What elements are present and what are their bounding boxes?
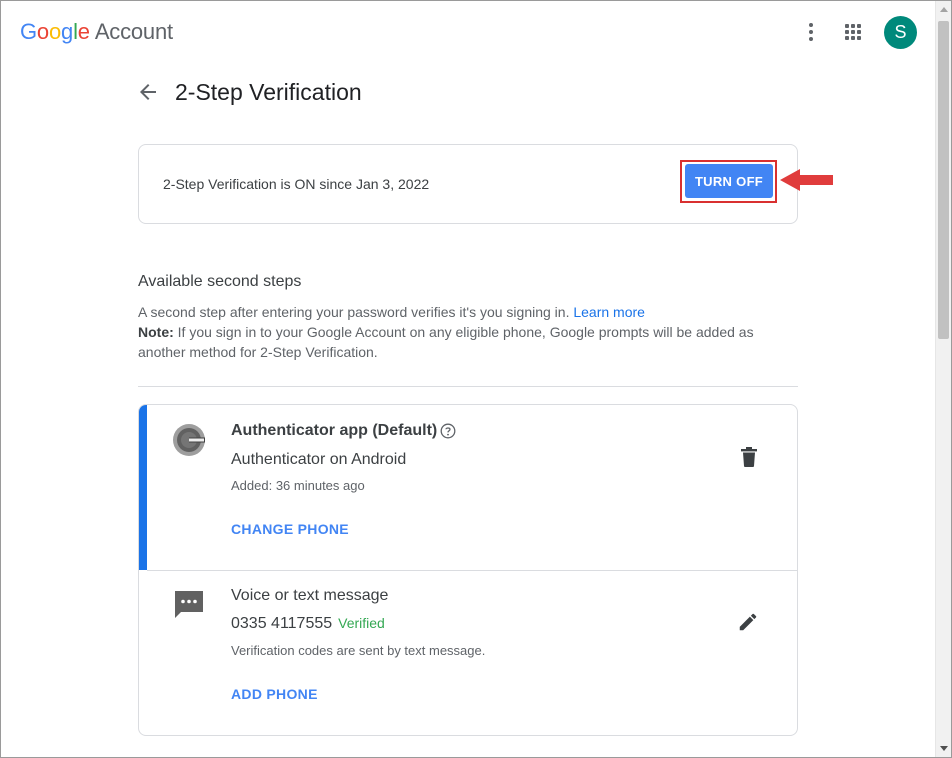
section-description: A second step after entering your passwo…: [138, 302, 778, 362]
method-title: Authenticator app (Default): [231, 422, 438, 439]
methods-card: Authenticator app (Default) Authenticato…: [138, 404, 798, 736]
method-device: Authenticator on Android: [231, 451, 407, 468]
google-account-logo[interactable]: Google Account: [20, 19, 173, 45]
logo-letter: e: [77, 19, 90, 44]
edit-icon[interactable]: [737, 611, 759, 633]
method-title-text: Voice or text message: [231, 587, 389, 604]
logo-letter: G: [20, 19, 37, 44]
note-label: Note:: [138, 324, 174, 340]
method-divider: [147, 570, 797, 571]
dot: [809, 37, 813, 41]
logo-letter: g: [61, 19, 74, 44]
page-title: 2-Step Verification: [175, 79, 362, 105]
method-device: 0335 4117555 Verified: [231, 615, 385, 633]
status-text: 2-Step Verification is ON since Jan 3, 2…: [163, 176, 430, 192]
sms-icon: [175, 591, 203, 618]
arrow-back-icon[interactable]: [136, 80, 160, 104]
logo-account-text: Account: [94, 19, 173, 44]
vertical-dots-icon[interactable]: [800, 20, 822, 44]
logo-letter: o: [48, 19, 62, 44]
add-phone-link[interactable]: ADD PHONE: [231, 686, 318, 702]
trash-icon[interactable]: [739, 446, 759, 468]
description-text: A second step after entering your passwo…: [138, 304, 570, 320]
phone-number: 0335 4117555: [231, 615, 333, 632]
method-title: Voice or text message: [231, 587, 388, 605]
turn-off-button[interactable]: TURN OFF: [685, 164, 773, 198]
scroll-up-icon[interactable]: [940, 7, 948, 12]
scrollbar[interactable]: [935, 1, 951, 757]
logo-letter: o: [36, 19, 49, 44]
scrollbar-thumb[interactable]: [938, 21, 949, 339]
method-detail: Added: 36 minutes ago: [231, 478, 365, 493]
verified-badge: Verified: [338, 615, 385, 631]
help-icon[interactable]: [440, 423, 456, 439]
scroll-down-icon[interactable]: [940, 746, 948, 751]
section-title: Available second steps: [138, 273, 302, 290]
authenticator-icon: [173, 424, 205, 456]
dot: [809, 23, 813, 27]
note-text: If you sign in to your Google Account on…: [138, 324, 754, 360]
red-arrow-icon: [780, 169, 833, 191]
apps-grid-icon[interactable]: [841, 20, 865, 44]
method-detail: Verification codes are sent by text mess…: [231, 643, 486, 658]
default-accent-bar: [139, 405, 147, 570]
divider: [138, 386, 798, 387]
avatar[interactable]: S: [884, 16, 917, 49]
change-phone-link[interactable]: CHANGE PHONE: [231, 521, 349, 537]
dot: [809, 30, 813, 34]
learn-more-link[interactable]: Learn more: [573, 304, 645, 320]
top-bar: Google Account S: [0, 0, 935, 64]
